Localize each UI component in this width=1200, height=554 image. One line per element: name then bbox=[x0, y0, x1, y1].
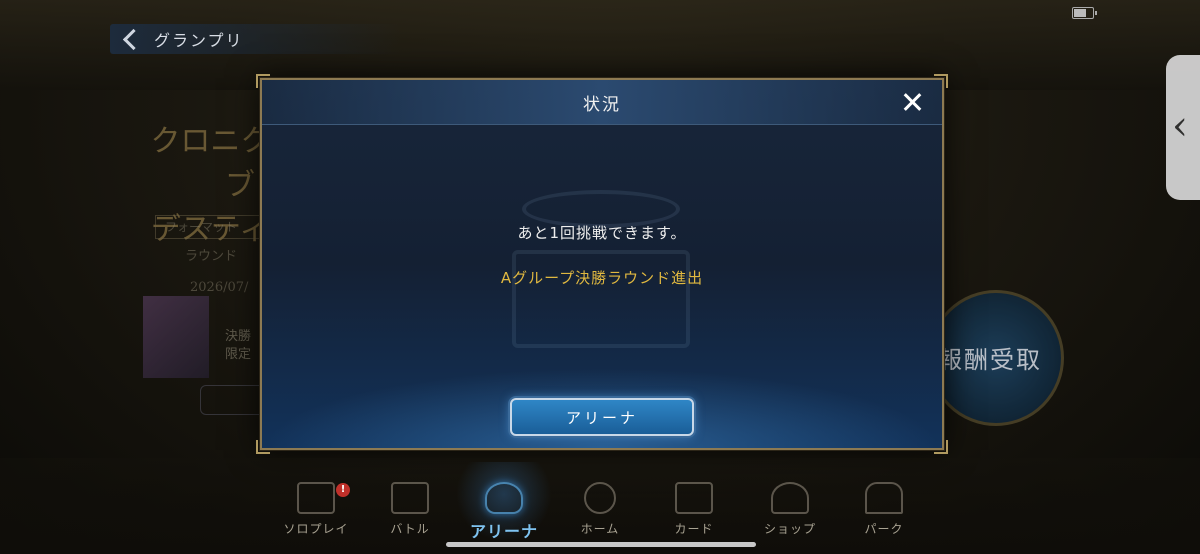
chevron-left-icon: ‹ bbox=[1172, 103, 1188, 149]
nav-item-home[interactable]: ホーム bbox=[560, 482, 640, 542]
nav-label: アリーナ bbox=[469, 522, 538, 541]
cards-icon bbox=[675, 482, 713, 514]
nav-label: バトル bbox=[390, 522, 430, 536]
nav-label: ショップ bbox=[763, 522, 816, 536]
round-label: ラウンド bbox=[185, 249, 238, 264]
dialog-title: 状況 bbox=[583, 94, 621, 115]
park-arch-icon bbox=[865, 482, 903, 514]
page-title: グランプリ bbox=[154, 31, 244, 50]
side-drawer-handle[interactable]: ‹ bbox=[1166, 55, 1200, 200]
nav-item-battle[interactable]: バトル bbox=[370, 482, 450, 542]
nav-item-cards[interactable]: カード bbox=[654, 482, 734, 542]
arena-button-label: アリーナ bbox=[565, 408, 638, 427]
close-icon[interactable] bbox=[896, 86, 928, 118]
compass-icon bbox=[584, 482, 616, 514]
nav-label: ホーム bbox=[580, 522, 620, 536]
desc-line-1: 決勝 bbox=[225, 329, 252, 344]
nav-item-shop[interactable]: ショップ bbox=[750, 482, 830, 542]
nav-label: パーク bbox=[864, 522, 904, 536]
nav-label: ソロプレイ bbox=[283, 522, 349, 536]
card-thumbnail bbox=[143, 296, 209, 378]
group-status-message: Aグループ決勝ラウンド進出 bbox=[500, 269, 704, 287]
solo-play-icon bbox=[297, 482, 335, 514]
header-bar: グランプリ bbox=[110, 24, 400, 54]
dialog-header: 状況 bbox=[262, 80, 942, 125]
nav-label: カード bbox=[674, 522, 714, 536]
shop-flame-icon bbox=[771, 482, 809, 514]
crossed-swords-icon bbox=[391, 482, 429, 514]
nav-item-arena[interactable]: アリーナ bbox=[464, 482, 544, 542]
trophy-icon bbox=[485, 482, 523, 514]
notification-badge-icon: ! bbox=[336, 483, 350, 497]
home-indicator[interactable] bbox=[446, 542, 756, 547]
event-date: 2026/07/ bbox=[190, 280, 249, 295]
attempts-message: あと1回挑戦できます。 bbox=[517, 224, 687, 242]
crest-watermark-icon bbox=[502, 180, 702, 350]
status-dialog: 状況 あと1回挑戦できます。 Aグループ決勝ラウンド進出 アリーナ bbox=[256, 74, 948, 454]
nav-item-park[interactable]: パーク bbox=[844, 482, 924, 542]
battery-icon bbox=[1072, 7, 1097, 19]
claim-reward-label: 報酬受取 bbox=[938, 346, 1042, 374]
arena-button[interactable]: アリーナ bbox=[510, 398, 694, 436]
format-label: フォーマット bbox=[165, 220, 238, 234]
desc-line-2: 限定 bbox=[225, 347, 252, 362]
back-arrow-icon[interactable] bbox=[120, 27, 148, 51]
